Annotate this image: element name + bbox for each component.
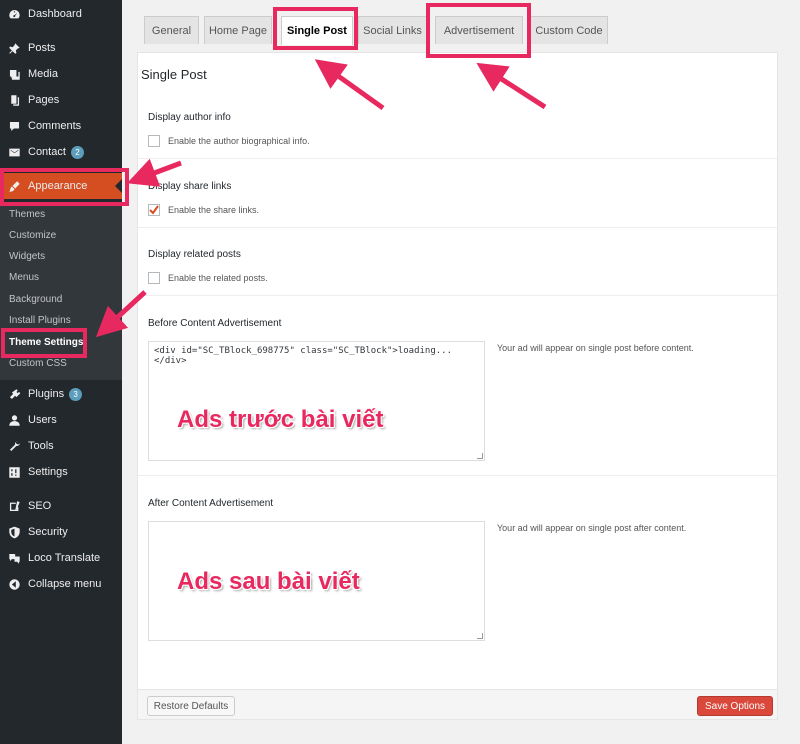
related-posts-checkbox[interactable]: [148, 272, 160, 284]
menu-contact[interactable]: Contact 2: [0, 139, 122, 165]
menu-label: Posts: [28, 42, 56, 54]
submenu-widgets[interactable]: Widgets: [9, 251, 45, 262]
before-ad-annotation: Ads trước bài viết: [177, 406, 384, 433]
menu-label: Tools: [28, 440, 54, 452]
tab-advertisement[interactable]: Advertisement: [435, 16, 523, 44]
menu-label: SEO: [28, 500, 52, 512]
menu-label: Plugins: [28, 388, 65, 400]
settings-panel: Single Post Display author info Enable t…: [137, 52, 778, 720]
panel-title: Single Post: [141, 67, 207, 82]
resize-grip-icon[interactable]: [477, 453, 483, 459]
menu-appearance[interactable]: Appearance: [0, 173, 122, 199]
after-ad-annotation: Ads sau bài viết: [177, 568, 360, 595]
after-ad-help: Your ad will appear on single post after…: [497, 523, 687, 533]
menu-users[interactable]: Users: [0, 407, 122, 433]
mail-icon: [7, 145, 21, 159]
count-badge: 2: [70, 145, 84, 159]
main-content: General Home Page Single Post Social Lin…: [122, 0, 800, 744]
comment-icon: [7, 119, 21, 133]
media-icon: [7, 67, 21, 81]
dashboard-icon: [7, 7, 21, 21]
submenu-customize[interactable]: Customize: [9, 230, 56, 241]
menu-settings[interactable]: Settings: [0, 459, 122, 485]
pin-icon: [7, 41, 21, 55]
submenu-theme-settings[interactable]: Theme Settings: [9, 337, 83, 348]
count-badge: 3: [69, 387, 83, 401]
translate-icon: [7, 551, 21, 565]
menu-label: Media: [28, 68, 58, 80]
submenu-custom-css[interactable]: Custom CSS: [9, 358, 67, 369]
menu-dashboard[interactable]: Dashboard: [0, 1, 122, 27]
submenu-background[interactable]: Background: [9, 294, 62, 305]
menu-tools[interactable]: Tools: [0, 433, 122, 459]
plugin-icon: [7, 387, 21, 401]
menu-plugins[interactable]: Plugins 3: [0, 381, 122, 407]
menu-seo[interactable]: SEO: [0, 493, 122, 519]
menu-label: Users: [28, 414, 57, 426]
tab-general[interactable]: General: [144, 16, 199, 44]
submenu-themes[interactable]: Themes: [9, 209, 45, 220]
appearance-submenu: Themes Customize Widgets Menus Backgroun…: [0, 202, 122, 380]
menu-label: Pages: [28, 94, 60, 106]
divider: [138, 295, 777, 296]
user-icon: [7, 413, 21, 427]
share-links-option[interactable]: Enable the share links.: [148, 204, 259, 216]
divider: [138, 227, 777, 228]
share-links-label: Display share links: [148, 181, 232, 192]
related-posts-checkbox-label: Enable the related posts.: [168, 273, 268, 283]
menu-pages[interactable]: Pages: [0, 87, 122, 113]
wrench-icon: [7, 439, 21, 453]
before-ad-textarea[interactable]: <div id="SC_TBlock_698775" class="SC_TBl…: [148, 341, 485, 461]
divider: [138, 158, 777, 159]
admin-sidebar: Dashboard Posts Media Pages Comments Con…: [0, 0, 122, 744]
seo-icon: [7, 499, 21, 513]
submenu-install-plugins[interactable]: Install Plugins: [9, 315, 71, 326]
share-links-checkbox-label: Enable the share links.: [168, 205, 260, 215]
submenu-menus[interactable]: Menus: [9, 272, 39, 283]
menu-label: Security: [28, 526, 68, 538]
menu-collapse[interactable]: Collapse menu: [0, 571, 122, 597]
author-info-checkbox[interactable]: [148, 135, 160, 147]
pages-icon: [7, 93, 21, 107]
panel-footer: Restore Defaults Save Options: [138, 689, 777, 719]
menu-comments[interactable]: Comments: [0, 113, 122, 139]
share-links-checkbox[interactable]: [148, 204, 160, 216]
divider: [138, 475, 777, 476]
menu-label: Appearance: [28, 180, 88, 192]
after-ad-label: After Content Advertisement: [148, 498, 274, 509]
before-ad-value: <div id="SC_TBlock_698775" class="SC_TBl…: [154, 346, 453, 366]
brush-icon: [7, 179, 21, 193]
menu-posts[interactable]: Posts: [0, 35, 122, 61]
related-posts-option[interactable]: Enable the related posts.: [148, 272, 268, 284]
menu-label: Loco Translate: [28, 552, 101, 564]
collapse-icon: [7, 577, 21, 591]
author-info-checkbox-label: Enable the author biographical info.: [168, 136, 310, 146]
author-info-label: Display author info: [148, 112, 231, 123]
author-info-option[interactable]: Enable the author biographical info.: [148, 135, 310, 147]
save-options-button[interactable]: Save Options: [697, 696, 773, 716]
checkmark-icon: [149, 205, 159, 215]
tab-custom-code[interactable]: Custom Code: [530, 16, 608, 44]
menu-security[interactable]: Security: [0, 519, 122, 545]
tab-single-post[interactable]: Single Post: [281, 16, 353, 45]
menu-label: Settings: [28, 466, 68, 478]
menu-label: Contact: [28, 146, 66, 158]
tab-home-page[interactable]: Home Page: [204, 16, 272, 44]
menu-loco-translate[interactable]: Loco Translate: [0, 545, 122, 571]
menu-media[interactable]: Media: [0, 61, 122, 87]
shield-icon: [7, 525, 21, 539]
tab-social-links[interactable]: Social Links: [358, 16, 427, 44]
before-ad-label: Before Content Advertisement: [148, 318, 282, 329]
related-posts-label: Display related posts: [148, 249, 241, 260]
menu-label: Comments: [28, 120, 82, 132]
before-ad-help: Your ad will appear on single post befor…: [497, 343, 694, 353]
restore-defaults-button[interactable]: Restore Defaults: [147, 696, 235, 716]
resize-grip-icon[interactable]: [477, 633, 483, 639]
menu-label: Dashboard: [28, 8, 82, 20]
settings-icon: [7, 465, 21, 479]
menu-label: Collapse menu: [28, 578, 102, 590]
